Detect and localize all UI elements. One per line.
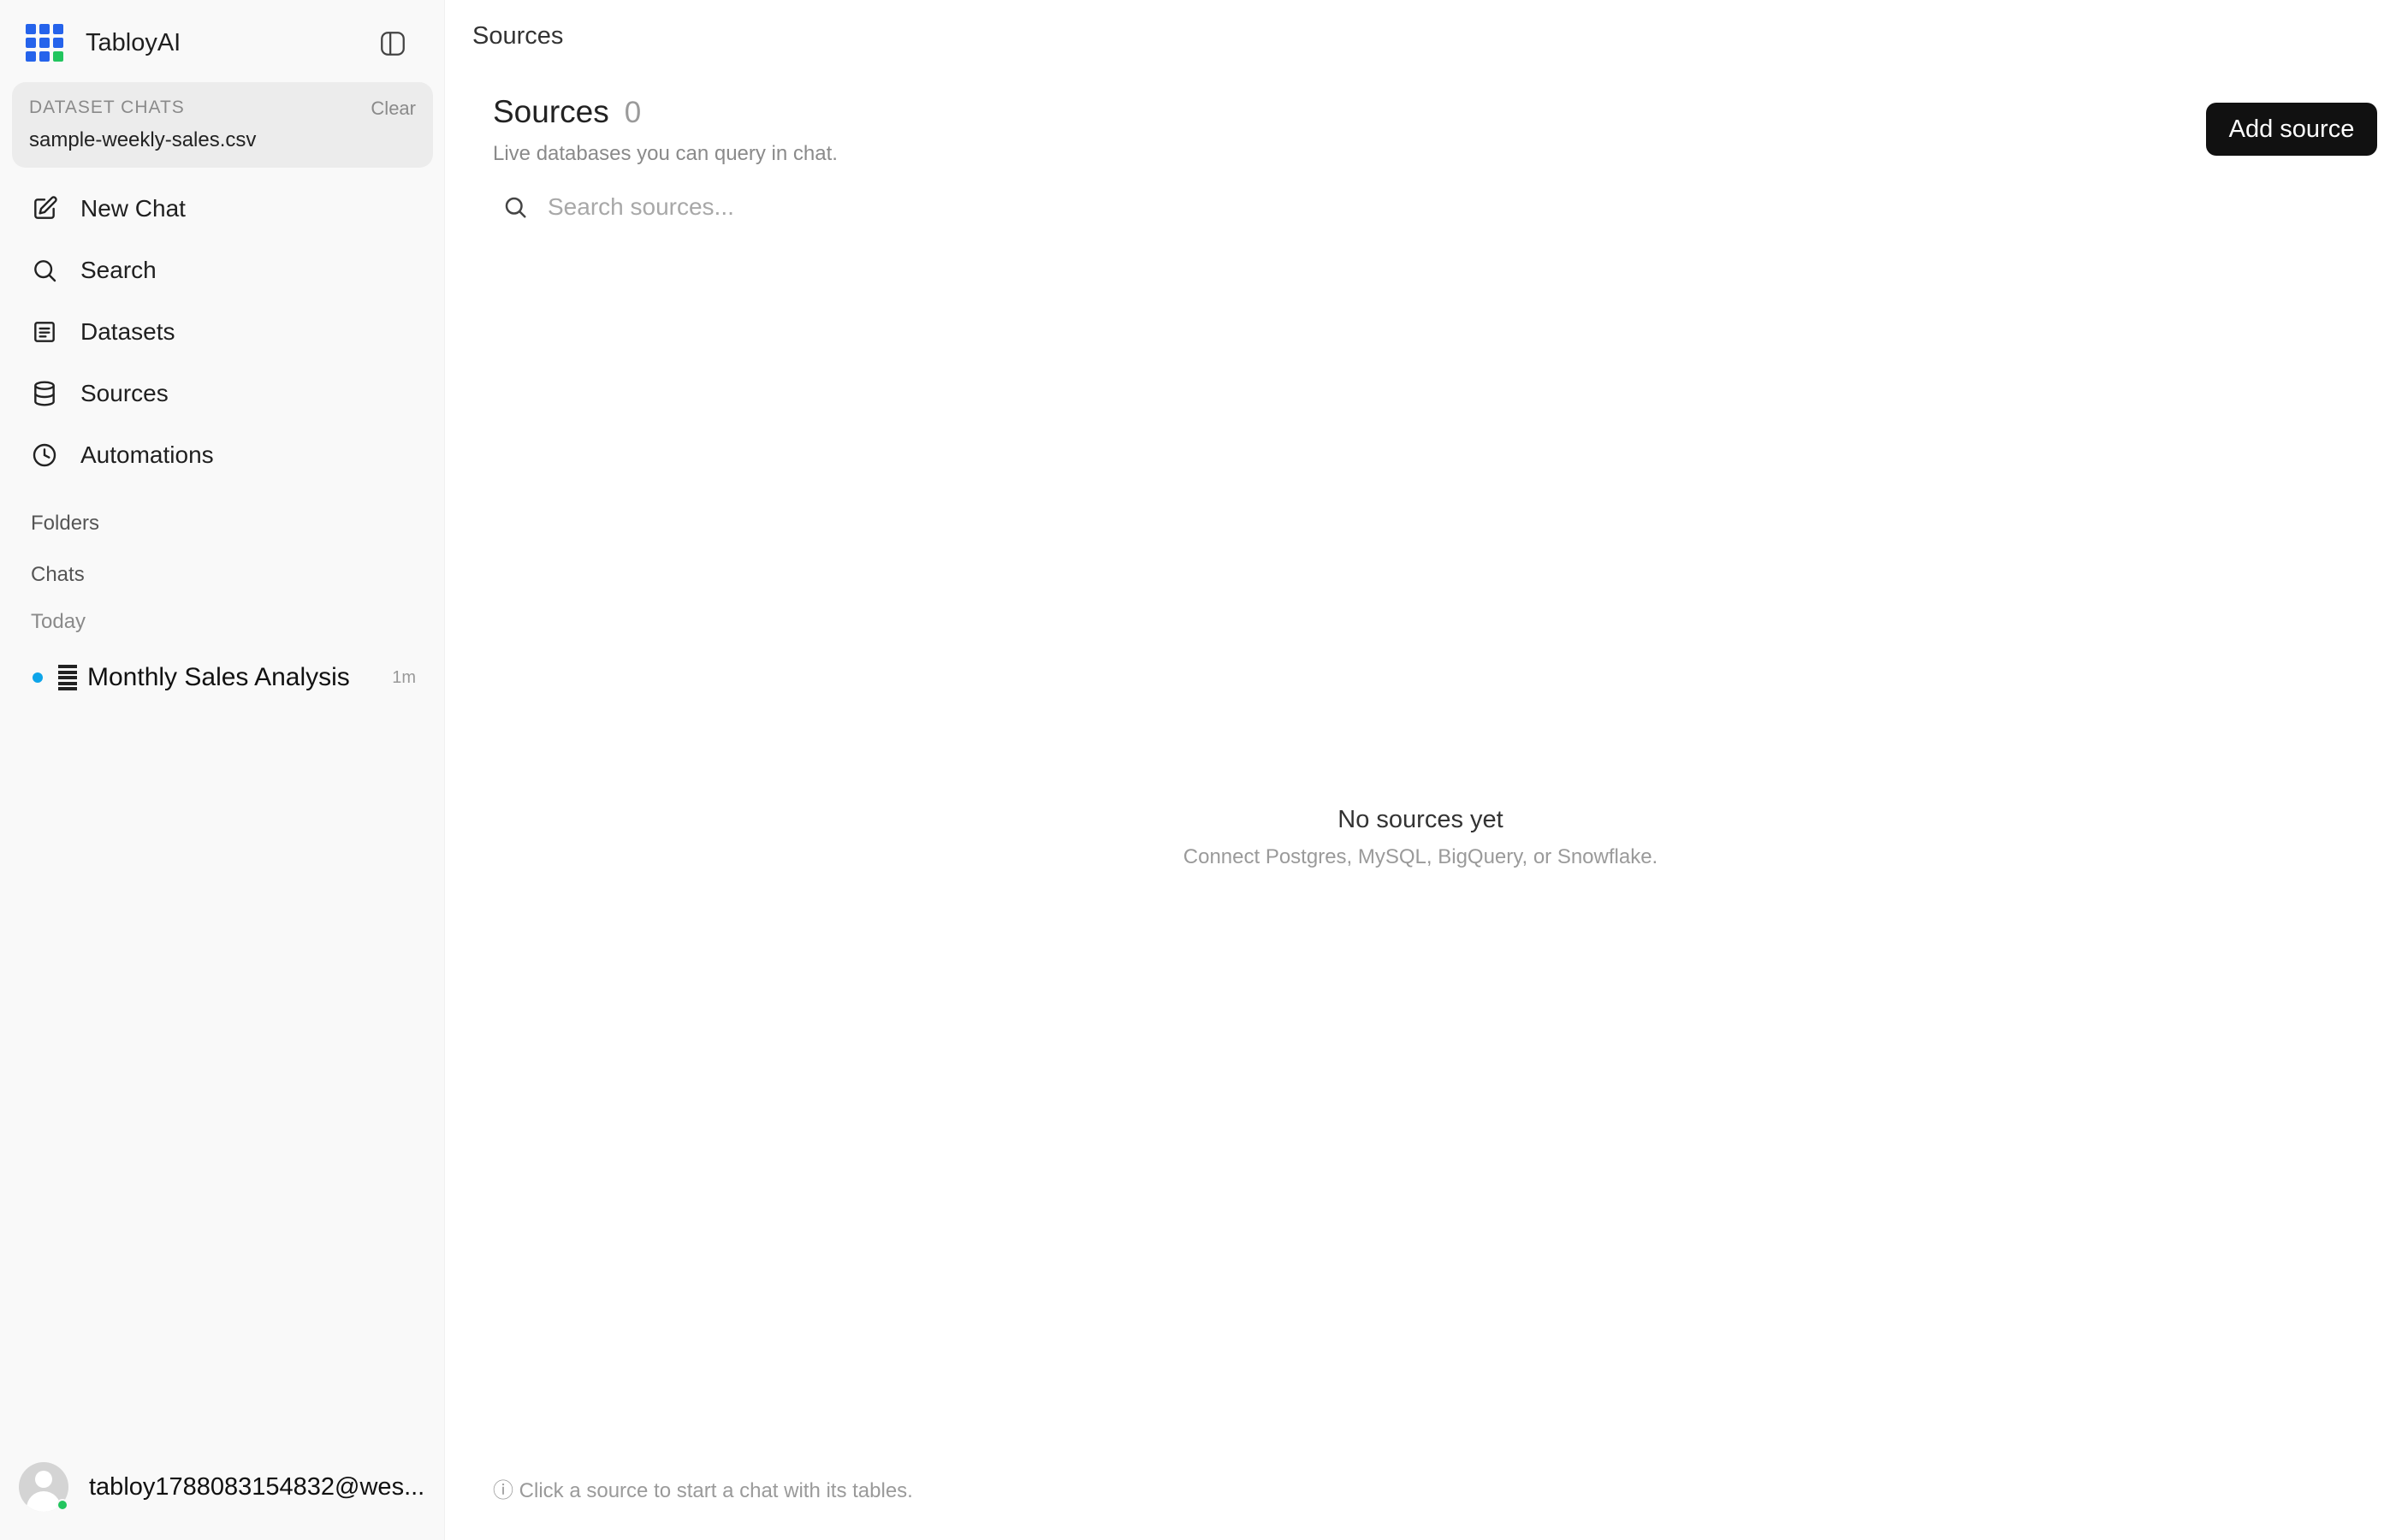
sidebar-item-datasets[interactable]: Datasets: [12, 301, 433, 363]
app-grid-logo-icon: [26, 24, 63, 62]
search-icon: [29, 255, 60, 286]
online-status-icon: [56, 1499, 68, 1511]
app-name: TabloyAI: [86, 28, 181, 56]
user-email: tabloy1788083154832@wes...: [89, 1472, 425, 1501]
user-account-menu[interactable]: tabloy1788083154832@wes...: [19, 1460, 430, 1514]
sources-count: 0: [624, 96, 642, 129]
unread-dot-icon: [33, 672, 43, 683]
app-window: TabloyAI DATASET CHATS Clear sample-week…: [0, 0, 2396, 1540]
empty-state-subtitle: Connect Postgres, MySQL, BigQuery, or Sn…: [1183, 845, 1658, 868]
brand[interactable]: TabloyAI: [26, 24, 181, 62]
database-icon: [29, 378, 60, 409]
datasets-icon: [29, 317, 60, 347]
dataset-file-name: sample-weekly-sales.csv: [29, 128, 257, 151]
sidebar-item-label: Sources: [80, 380, 169, 406]
empty-state-title: No sources yet: [1337, 806, 1503, 833]
sidebar-item-label: Datasets: [80, 318, 175, 345]
sidebar-item-sources[interactable]: Sources: [12, 363, 433, 424]
edit-icon: [29, 193, 60, 224]
chats-section-label[interactable]: Chats: [31, 563, 85, 587]
clear-dataset-button[interactable]: Clear: [371, 98, 416, 120]
sidebar-item-label: Search: [80, 257, 157, 283]
footer-hint: ⓘ Click a source to start a chat with it…: [493, 1479, 913, 1502]
folders-section-label[interactable]: Folders: [31, 512, 99, 536]
sidebar-item-search[interactable]: Search: [12, 240, 433, 301]
dataset-chats-card[interactable]: DATASET CHATS Clear sample-weekly-sales.…: [12, 82, 433, 168]
clock-icon: [29, 440, 60, 471]
search-icon: [498, 190, 532, 224]
sidebar-item-new-chat[interactable]: New Chat: [12, 178, 433, 240]
chat-title: Monthly Sales Analysis: [87, 663, 350, 691]
sidebar-panel-icon: [381, 32, 405, 56]
page-title: Sources: [493, 94, 609, 129]
sidebar: TabloyAI DATASET CHATS Clear sample-week…: [0, 0, 445, 1540]
add-source-button[interactable]: Add source: [2206, 103, 2377, 156]
chat-timestamp: 1m: [392, 667, 416, 687]
abacus-icon: [58, 665, 77, 690]
today-group-label: Today: [31, 610, 86, 633]
top-bar-title: Sources: [472, 22, 564, 50]
dataset-chats-heading: DATASET CHATS: [29, 98, 185, 117]
sidebar-item-automations[interactable]: Automations: [12, 424, 433, 486]
main-content: Sources Sources 0 Live databases you can…: [445, 0, 2396, 1540]
sidebar-item-label: New Chat: [80, 195, 186, 222]
search-input[interactable]: [548, 187, 1147, 228]
sidebar-item-label: Automations: [80, 441, 214, 468]
sidebar-toggle-button[interactable]: [377, 27, 409, 60]
chat-list-item[interactable]: Monthly Sales Analysis 1m: [24, 654, 426, 702]
page-subtitle: Live databases you can query in chat.: [493, 142, 838, 165]
sidebar-nav: New Chat Search Datasets Sources Automat…: [12, 178, 433, 486]
sources-search: [493, 183, 1177, 231]
page-header: Sources 0: [493, 94, 641, 130]
